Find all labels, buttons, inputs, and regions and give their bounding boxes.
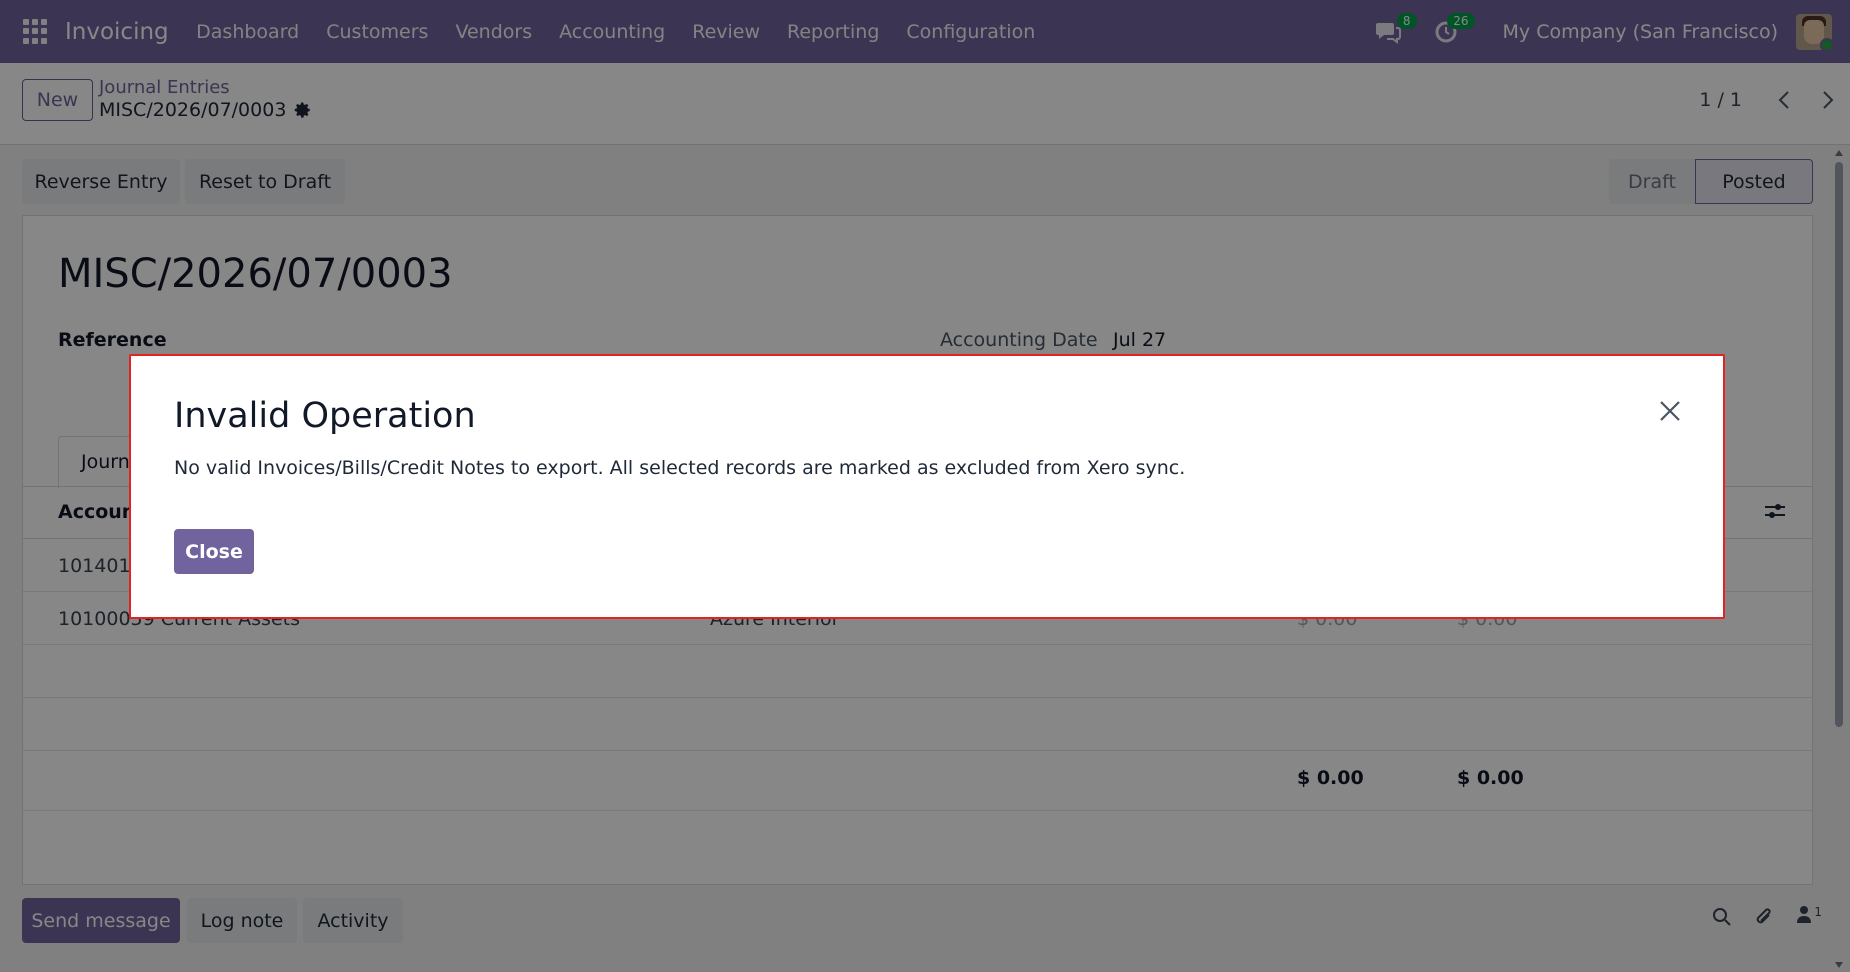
dialog-close-action-button[interactable]: Close <box>174 529 254 574</box>
error-dialog: Invalid Operation No valid Invoices/Bill… <box>129 354 1725 619</box>
dialog-title: Invalid Operation <box>174 396 476 436</box>
dialog-message: No valid Invoices/Bills/Credit Notes to … <box>174 457 1186 479</box>
close-icon <box>1660 401 1680 421</box>
dialog-close-button[interactable] <box>1655 396 1685 426</box>
